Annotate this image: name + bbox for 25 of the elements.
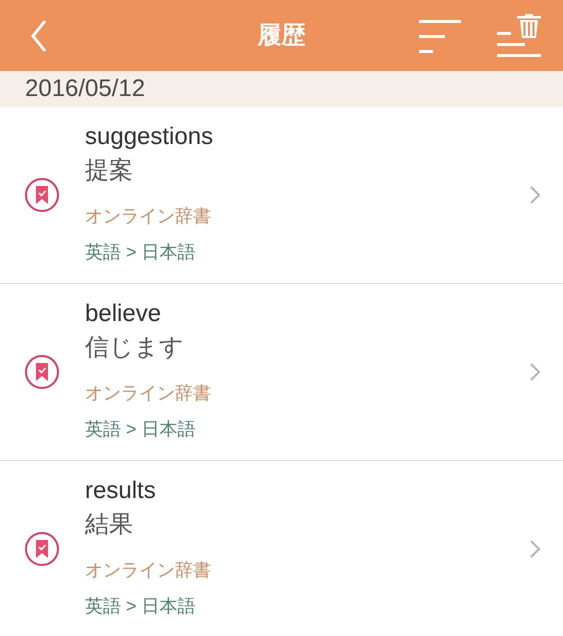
word-text: suggestions — [85, 122, 214, 152]
history-item[interactable]: results 結果 オンライン辞書 英語 > 日本語 — [0, 461, 563, 636]
chevron-icon — [529, 539, 541, 559]
source-text: オンライン辞書 — [85, 205, 212, 228]
word-text: results — [85, 476, 157, 506]
clear-history-icon[interactable] — [497, 14, 541, 58]
source-text: オンライン辞書 — [85, 559, 212, 582]
chevron-icon — [529, 362, 541, 382]
source-text: オンライン辞書 — [85, 382, 212, 405]
date-label: 2016/05/12 — [25, 74, 146, 104]
chevron-icon — [529, 185, 541, 205]
translation-text: 提案 — [85, 156, 134, 186]
bookmark-icon — [24, 531, 60, 567]
history-item[interactable]: suggestions 提案 オンライン辞書 英語 > 日本語 — [0, 107, 563, 284]
language-pair-text: 英語 > 日本語 — [85, 418, 197, 441]
page-title: 履歴 — [258, 20, 306, 50]
history-item[interactable]: believe 信じます オンライン辞書 英語 > 日本語 — [0, 284, 563, 461]
sort-icon[interactable] — [419, 18, 461, 54]
translation-text: 信じます — [85, 333, 185, 363]
bookmark-icon — [24, 177, 60, 213]
bookmark-icon — [24, 354, 60, 390]
language-pair-text: 英語 > 日本語 — [85, 595, 197, 618]
translation-text: 結果 — [85, 510, 134, 540]
language-pair-text: 英語 > 日本語 — [85, 241, 197, 264]
word-text: believe — [85, 299, 162, 329]
